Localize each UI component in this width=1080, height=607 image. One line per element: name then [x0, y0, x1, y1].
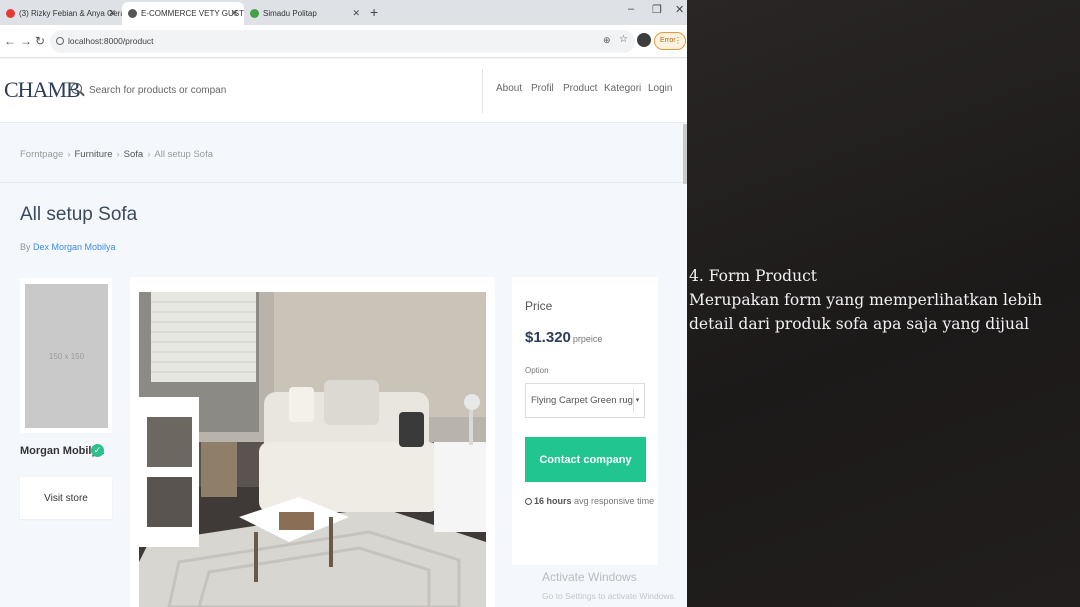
back-icon[interactable]: ← [4, 34, 16, 48]
close-icon[interactable]: ✕ [230, 8, 238, 19]
page-title: All setup Sofa [20, 204, 138, 225]
profile-avatar[interactable] [637, 33, 651, 47]
star-icon[interactable]: ☆ [619, 34, 628, 45]
nav-product[interactable]: Product [563, 83, 597, 94]
zoom-icon[interactable]: ⊕ [603, 35, 611, 46]
site-icon [250, 9, 259, 18]
tab-title: (3) Rizky Febian & Anya Geraldin [19, 9, 122, 18]
tab-bar: (3) Rizky Febian & Anya Geraldin ✕ E-COM… [0, 0, 687, 25]
youtube-icon [6, 9, 15, 18]
breadcrumb-frontpage[interactable]: Forntpage [20, 149, 63, 160]
price-amount: $1.320 [525, 329, 571, 346]
reload-icon[interactable]: ↻ [35, 34, 45, 48]
clock-icon [525, 498, 532, 505]
price-card [512, 277, 658, 565]
product-photo [139, 292, 486, 607]
forward-icon[interactable]: → [20, 34, 32, 48]
search-input[interactable] [89, 81, 279, 99]
tab-title: E-COMMERCE VETY GUSTIAWATI [141, 9, 244, 18]
search-icon [71, 83, 82, 94]
price-unit: prpeice [572, 334, 603, 344]
site-logo[interactable]: CHAMB [4, 77, 81, 103]
close-icon[interactable]: ✕ [352, 8, 360, 19]
site-header: CHAMB About Profil Product Kategori Logi… [0, 59, 687, 123]
tab-ecommerce[interactable]: E-COMMERCE VETY GUSTIAWATI ✕ [122, 2, 244, 25]
breadcrumb: Forntpage › Furniture › Sofa › All setup Sofa [20, 149, 214, 160]
error-badge[interactable]: Error ⋮ [654, 32, 686, 50]
caption-description: Merupakan form yang memperlihatkan lebih… [689, 291, 1043, 333]
breadcrumb-sofa[interactable]: Sofa [124, 149, 144, 160]
tab-youtube[interactable]: (3) Rizky Febian & Anya Geraldin ✕ [0, 2, 122, 25]
new-tab-button[interactable]: + [370, 4, 378, 20]
close-icon[interactable]: ✕ [108, 8, 116, 19]
nav-about[interactable]: About [496, 83, 522, 94]
response-hours: 16 hours [534, 496, 572, 506]
visit-store-button[interactable]: Visit store [20, 477, 112, 519]
byline: By Dex Morgan Mobilya [20, 242, 116, 252]
price-value: $1.320 prpeice [525, 329, 602, 346]
url-field[interactable]: localhost:8000/product [50, 30, 635, 53]
browser-window: (3) Rizky Febian & Anya Geraldin ✕ E-COM… [0, 0, 687, 607]
option-select[interactable]: Flying Carpet Green rug ▾ [525, 383, 645, 418]
option-selected: Flying Carpet Green rug [531, 395, 633, 406]
breadcrumb-furniture[interactable]: Furniture [74, 149, 112, 160]
menu-icon[interactable]: ⋮ [674, 33, 682, 49]
side-caption: 4. Form Product Merupakan form yang memp… [689, 264, 1079, 336]
restore-icon[interactable]: ❐ [652, 3, 662, 16]
minimize-icon[interactable]: – [628, 3, 634, 15]
tab-simadu[interactable]: Simadu Politap ✕ [244, 2, 366, 25]
activate-windows-title: Activate Windows [542, 570, 637, 584]
nav-kategori[interactable]: Kategori [604, 83, 641, 94]
address-bar-row: ← → ↻ localhost:8000/product ⊕ ☆ Error ⋮ [0, 25, 687, 58]
byline-prefix: By [20, 242, 31, 252]
close-window-icon[interactable]: ✕ [675, 3, 684, 16]
breadcrumb-current: All setup Sofa [154, 149, 214, 160]
seller-image-placeholder: 150 x 150 [25, 284, 108, 428]
author-link[interactable]: Dex Morgan Mobilya [33, 242, 116, 252]
placeholder-label: 150 x 150 [48, 351, 85, 361]
caption-heading: 4. Form Product [689, 267, 817, 285]
nav-login[interactable]: Login [648, 83, 672, 94]
divider [0, 182, 687, 183]
price-label: Price [525, 299, 553, 313]
globe-icon [128, 9, 137, 18]
tab-title: Simadu Politap [263, 9, 317, 18]
url-text: localhost:8000/product [68, 36, 154, 46]
response-time: 16 hours avg responsive time [525, 496, 654, 506]
nav-profil[interactable]: Profil [531, 83, 554, 94]
info-icon[interactable] [56, 37, 64, 45]
option-label: Option [525, 366, 549, 375]
contact-company-button[interactable]: Contact company [525, 437, 646, 482]
dropdown-caret-icon[interactable]: ▾ [633, 389, 641, 413]
response-suffix: avg responsive time [574, 496, 655, 506]
activate-windows-subtitle: Go to Settings to activate Windows. [542, 591, 677, 601]
verified-check-icon: ✓ [91, 444, 104, 457]
header-divider [482, 69, 483, 113]
